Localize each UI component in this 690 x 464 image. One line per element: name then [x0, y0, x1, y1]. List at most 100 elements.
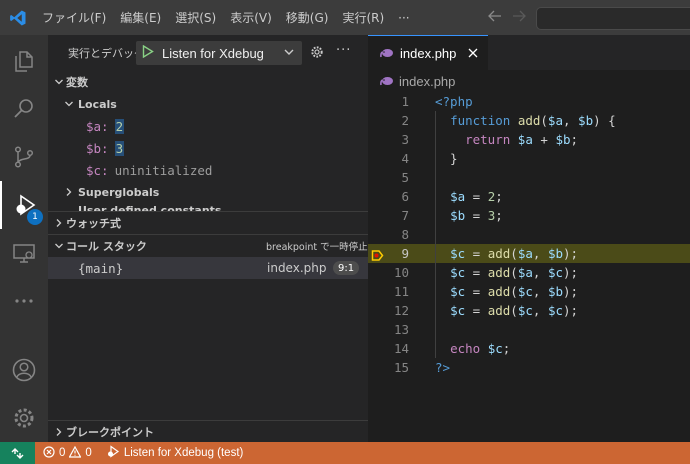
chevron-down-icon: [52, 241, 66, 251]
menu-file[interactable]: ファイル(F): [35, 9, 113, 26]
line-number: 11: [393, 284, 409, 299]
code-line[interactable]: 9 $c = add($a, $b);: [368, 244, 690, 263]
launch-config-dropdown[interactable]: Listen for Xdebug: [136, 41, 302, 65]
breakpoints-section-title: ブレークポイント: [66, 426, 154, 439]
source-control-icon[interactable]: [0, 133, 48, 181]
user-constants-scope[interactable]: User defined constants: [48, 203, 368, 211]
php-elephant-icon: [380, 76, 394, 86]
variable-row[interactable]: $b: 3: [48, 137, 368, 159]
line-number: 7: [401, 208, 409, 223]
code-line[interactable]: 3 return $a + $b;: [368, 130, 690, 149]
code-line[interactable]: 11 $c = add($c, $b);: [368, 282, 690, 301]
remote-explorer-icon[interactable]: [0, 229, 48, 277]
callstack-paused-status: breakpoint で一時停止: [266, 242, 368, 253]
line-number: 6: [401, 189, 409, 204]
line-number: 14: [393, 341, 409, 356]
code-line[interactable]: 15 ?>: [368, 358, 690, 377]
variables-section-title: 変数: [66, 76, 88, 89]
line-number: 5: [401, 170, 409, 185]
code-line[interactable]: 7 $b = 3;: [368, 206, 690, 225]
line-number: 9: [401, 246, 409, 261]
code-text: $a = 2;: [450, 189, 503, 204]
debug-icon: [106, 445, 120, 461]
forward-arrow-icon[interactable]: [512, 10, 526, 26]
editor-tabs: index.php: [368, 35, 690, 70]
locals-label: Locals: [78, 97, 117, 111]
sidebar-header: 実行とデバッグ Listen for Xdebug ···: [48, 35, 368, 71]
user-constants-label: User defined constants: [78, 204, 222, 211]
chevron-down-icon: [283, 46, 295, 61]
code-line[interactable]: 2 function add($a, $b) {: [368, 111, 690, 130]
breakpoints-section-header[interactable]: ブレークポイント: [48, 420, 368, 443]
chevron-down-icon: [62, 99, 76, 109]
code-text: $c = add($a, $c);: [450, 265, 579, 280]
vscode-logo-icon: [0, 0, 35, 35]
code-line[interactable]: 10 $c = add($a, $c);: [368, 263, 690, 282]
status-bar: 0 0 Listen for Xdebug (test): [0, 442, 690, 464]
frame-position-badge: 9:1: [333, 261, 360, 275]
variables-section-header[interactable]: 変数: [48, 71, 368, 93]
variable-value: uninitialized: [114, 162, 213, 178]
superglobals-scope[interactable]: Superglobals: [48, 181, 368, 203]
activity-bar: 1: [0, 35, 48, 442]
more-views-icon[interactable]: [0, 277, 48, 325]
variable-row[interactable]: $a: 2: [48, 115, 368, 137]
menu-more[interactable]: ···: [391, 11, 416, 25]
run-and-debug-icon[interactable]: 1: [0, 181, 48, 229]
chevron-right-icon: [62, 187, 76, 197]
chevron-down-icon: [52, 77, 66, 87]
menu-view[interactable]: 表示(V): [223, 9, 279, 26]
line-number: 4: [401, 151, 409, 166]
debug-session-indicator[interactable]: Listen for Xdebug (test): [106, 445, 243, 461]
code-line[interactable]: 8: [368, 225, 690, 244]
code-text: $c = add($c, $b);: [450, 284, 579, 299]
open-launch-json-gear-icon[interactable]: [310, 45, 324, 62]
watch-section-header[interactable]: ウォッチ式: [48, 211, 368, 234]
menu-go[interactable]: 移動(G): [279, 9, 336, 26]
close-icon[interactable]: [468, 46, 478, 61]
code-line[interactable]: 1 <?php: [368, 92, 690, 111]
error-count: 0: [59, 447, 66, 459]
chevron-right-icon: [52, 427, 66, 437]
breadcrumb[interactable]: index.php: [368, 70, 690, 92]
variable-value: 2: [114, 118, 125, 134]
tab-label: index.php: [400, 45, 457, 61]
manage-gear-icon[interactable]: [0, 394, 48, 442]
command-center-search[interactable]: [536, 7, 690, 30]
indent-guide: [435, 320, 436, 339]
code-editor[interactable]: 1 <?php 2 function add($a, $b) {3 return $…: [368, 92, 690, 377]
back-arrow-icon[interactable]: [488, 10, 502, 26]
variable-name: $c:: [86, 162, 109, 178]
navigation-arrows: [488, 0, 526, 35]
line-number: 10: [393, 265, 409, 280]
menu-edit[interactable]: 編集(E): [113, 9, 168, 26]
code-line[interactable]: 12 $c = add($c, $c);: [368, 301, 690, 320]
code-line[interactable]: 5: [368, 168, 690, 187]
menu-selection[interactable]: 選択(S): [168, 9, 223, 26]
code-line[interactable]: 13: [368, 320, 690, 339]
more-actions-icon[interactable]: ···: [336, 43, 351, 58]
accounts-icon[interactable]: [0, 346, 48, 394]
code-line[interactable]: 14 echo $c;: [368, 339, 690, 358]
variable-row[interactable]: $c: uninitialized: [48, 159, 368, 181]
explorer-icon[interactable]: [0, 37, 48, 85]
code-line[interactable]: 4 }: [368, 149, 690, 168]
problems-indicator[interactable]: 0 0: [43, 445, 92, 461]
code-text: echo $c;: [450, 341, 511, 356]
code-line[interactable]: 6 $a = 2;: [368, 187, 690, 206]
menu-run[interactable]: 実行(R): [335, 9, 391, 26]
search-icon[interactable]: [0, 85, 48, 133]
locals-scope[interactable]: Locals: [48, 93, 368, 115]
menu-bar: ファイル(F) 編集(E) 選択(S) 表示(V) 移動(G) 実行(R) ··…: [35, 9, 417, 26]
start-debugging-icon[interactable]: [142, 44, 154, 61]
remote-indicator-icon[interactable]: [0, 442, 35, 464]
line-number: 3: [401, 132, 409, 147]
code-text: }: [435, 151, 458, 166]
callstack-section-header[interactable]: コール スタック breakpoint で一時停止: [48, 234, 368, 257]
tab-index-php[interactable]: index.php: [368, 35, 488, 70]
vscode-window: ファイル(F) 編集(E) 選択(S) 表示(V) 移動(G) 実行(R) ··…: [0, 0, 690, 464]
launch-config-name: Listen for Xdebug: [162, 45, 264, 61]
code-text: $b = 3;: [450, 208, 503, 223]
warning-count: 0: [85, 447, 92, 459]
callstack-frame[interactable]: {main} index.php 9:1: [48, 257, 368, 279]
